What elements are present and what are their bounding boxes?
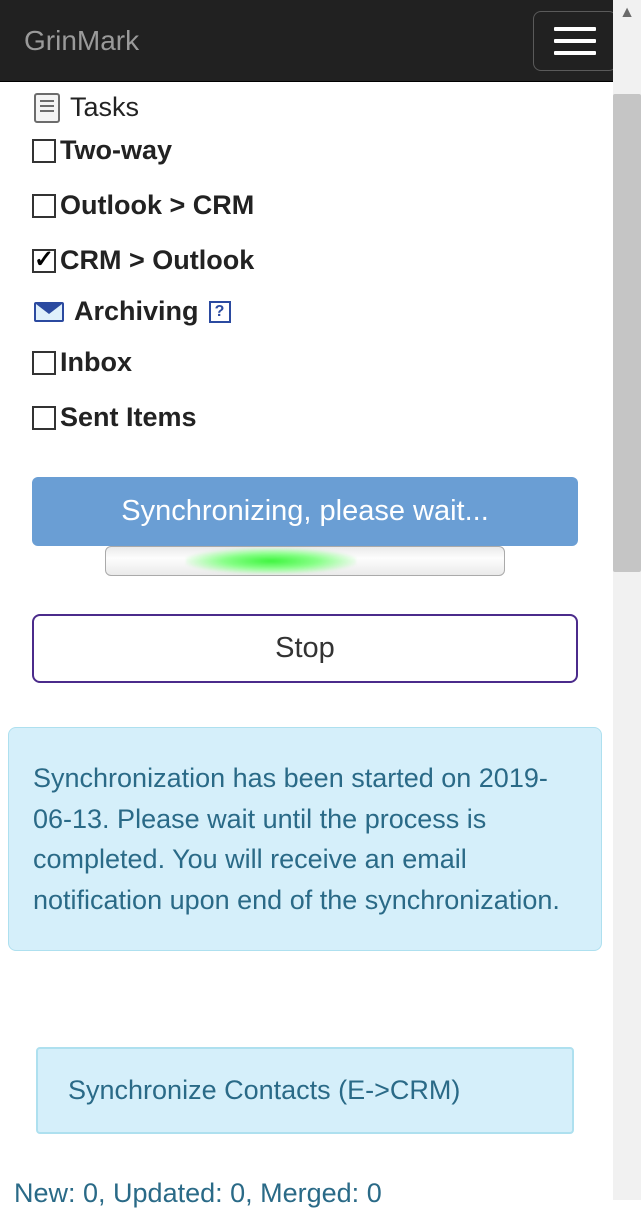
checkbox-crm-to-outlook[interactable] bbox=[32, 249, 56, 273]
scrollbar-track[interactable]: ▲ bbox=[613, 0, 641, 1200]
sync-status-banner: Synchronizing, please wait... bbox=[32, 477, 578, 546]
help-icon[interactable]: ? bbox=[209, 301, 231, 323]
section-archiving: Archiving ? bbox=[34, 290, 604, 333]
checkbox-sent-items[interactable] bbox=[32, 406, 56, 430]
checkbox-outlook-to-crm[interactable] bbox=[32, 194, 56, 218]
brand-label[interactable]: GrinMark bbox=[24, 25, 139, 57]
progress-fill bbox=[186, 548, 356, 574]
checkbox-two-way[interactable] bbox=[32, 139, 56, 163]
stop-button[interactable]: Stop bbox=[32, 614, 578, 683]
scrollbar-thumb[interactable] bbox=[613, 94, 641, 572]
option-two-way-label: Two-way bbox=[60, 135, 172, 166]
main-content: Tasks Two-way Outlook > CRM CRM > Outloo… bbox=[0, 86, 610, 1209]
option-outlook-to-crm[interactable]: Outlook > CRM bbox=[32, 184, 604, 227]
option-inbox-label: Inbox bbox=[60, 347, 132, 378]
menu-button[interactable] bbox=[533, 11, 617, 71]
chevron-up-icon[interactable]: ▲ bbox=[619, 4, 635, 22]
mail-icon bbox=[34, 302, 64, 322]
section-archiving-label: Archiving bbox=[74, 296, 199, 327]
option-crm-to-outlook[interactable]: CRM > Outlook bbox=[32, 239, 604, 282]
top-nav: GrinMark bbox=[0, 0, 641, 82]
sync-step-panel: Synchronize Contacts (E->CRM) bbox=[36, 1047, 574, 1134]
option-crm-to-outlook-label: CRM > Outlook bbox=[60, 245, 254, 276]
sync-counts: New: 0, Updated: 0, Merged: 0 bbox=[14, 1178, 596, 1209]
hamburger-icon bbox=[554, 27, 596, 31]
option-two-way[interactable]: Two-way bbox=[32, 129, 604, 172]
checkbox-inbox[interactable] bbox=[32, 351, 56, 375]
option-inbox[interactable]: Inbox bbox=[32, 341, 604, 384]
tasks-icon bbox=[34, 93, 60, 123]
option-sent-items-label: Sent Items bbox=[60, 402, 197, 433]
option-outlook-to-crm-label: Outlook > CRM bbox=[60, 190, 254, 221]
section-tasks: Tasks bbox=[34, 86, 604, 129]
option-sent-items[interactable]: Sent Items bbox=[32, 396, 604, 439]
progress-bar bbox=[105, 546, 505, 576]
sync-info-message: Synchronization has been started on 2019… bbox=[8, 727, 602, 951]
section-tasks-label: Tasks bbox=[70, 92, 139, 123]
